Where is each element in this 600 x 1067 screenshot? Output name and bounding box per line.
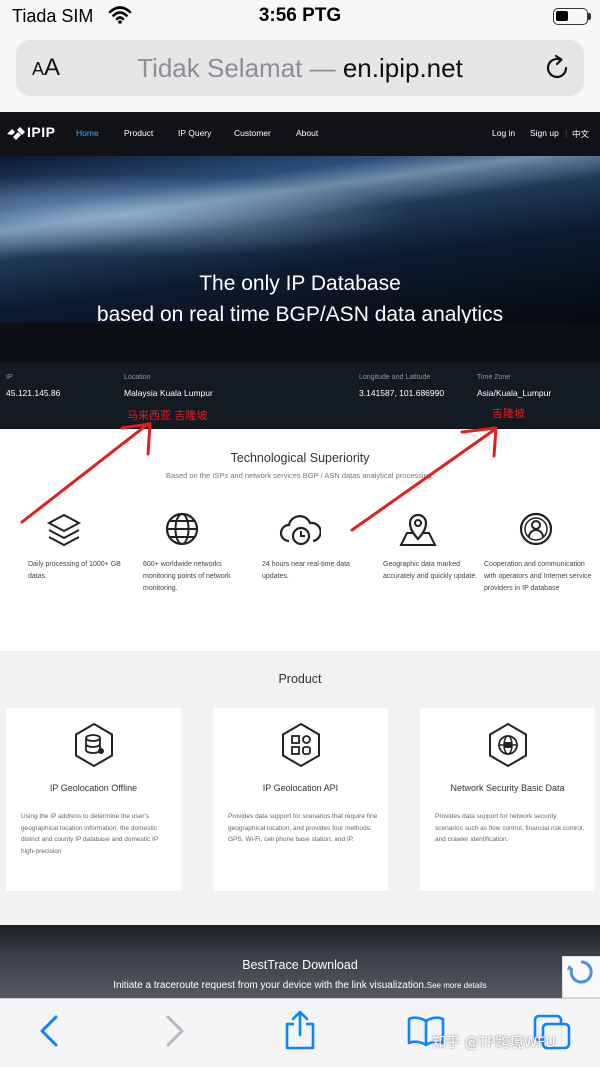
address-bar[interactable]: AA Tidak Selamat — en.ipip.net [16,40,584,96]
status-bar: Tiada SIM 3:56 PTG [0,0,600,34]
battery-icon [553,8,588,25]
back-icon[interactable] [36,1013,62,1049]
battery-cap [588,13,591,20]
url-domain: en.ipip.net [342,53,463,83]
browser-toolbar: 知乎 @TP跨境WFU [0,998,600,1067]
zhihu-watermark: 知乎 @TP跨境WFU [432,1035,556,1051]
clock-time: 3:56 PTG [258,5,342,26]
url-display[interactable]: Tidak Selamat — en.ipip.net [86,53,514,84]
annotation-arrows [20,422,498,532]
reload-icon[interactable] [542,53,572,83]
share-icon[interactable] [282,1009,318,1051]
browser-address-area: AA Tidak Selamat — en.ipip.net [0,34,600,112]
forward-icon[interactable] [162,1013,188,1049]
web-page: IPIP Home Product IP Query Customer Abou… [0,112,600,998]
text-size-button[interactable]: AA [32,54,60,82]
not-secure-label: Tidak Selamat — [137,53,336,83]
